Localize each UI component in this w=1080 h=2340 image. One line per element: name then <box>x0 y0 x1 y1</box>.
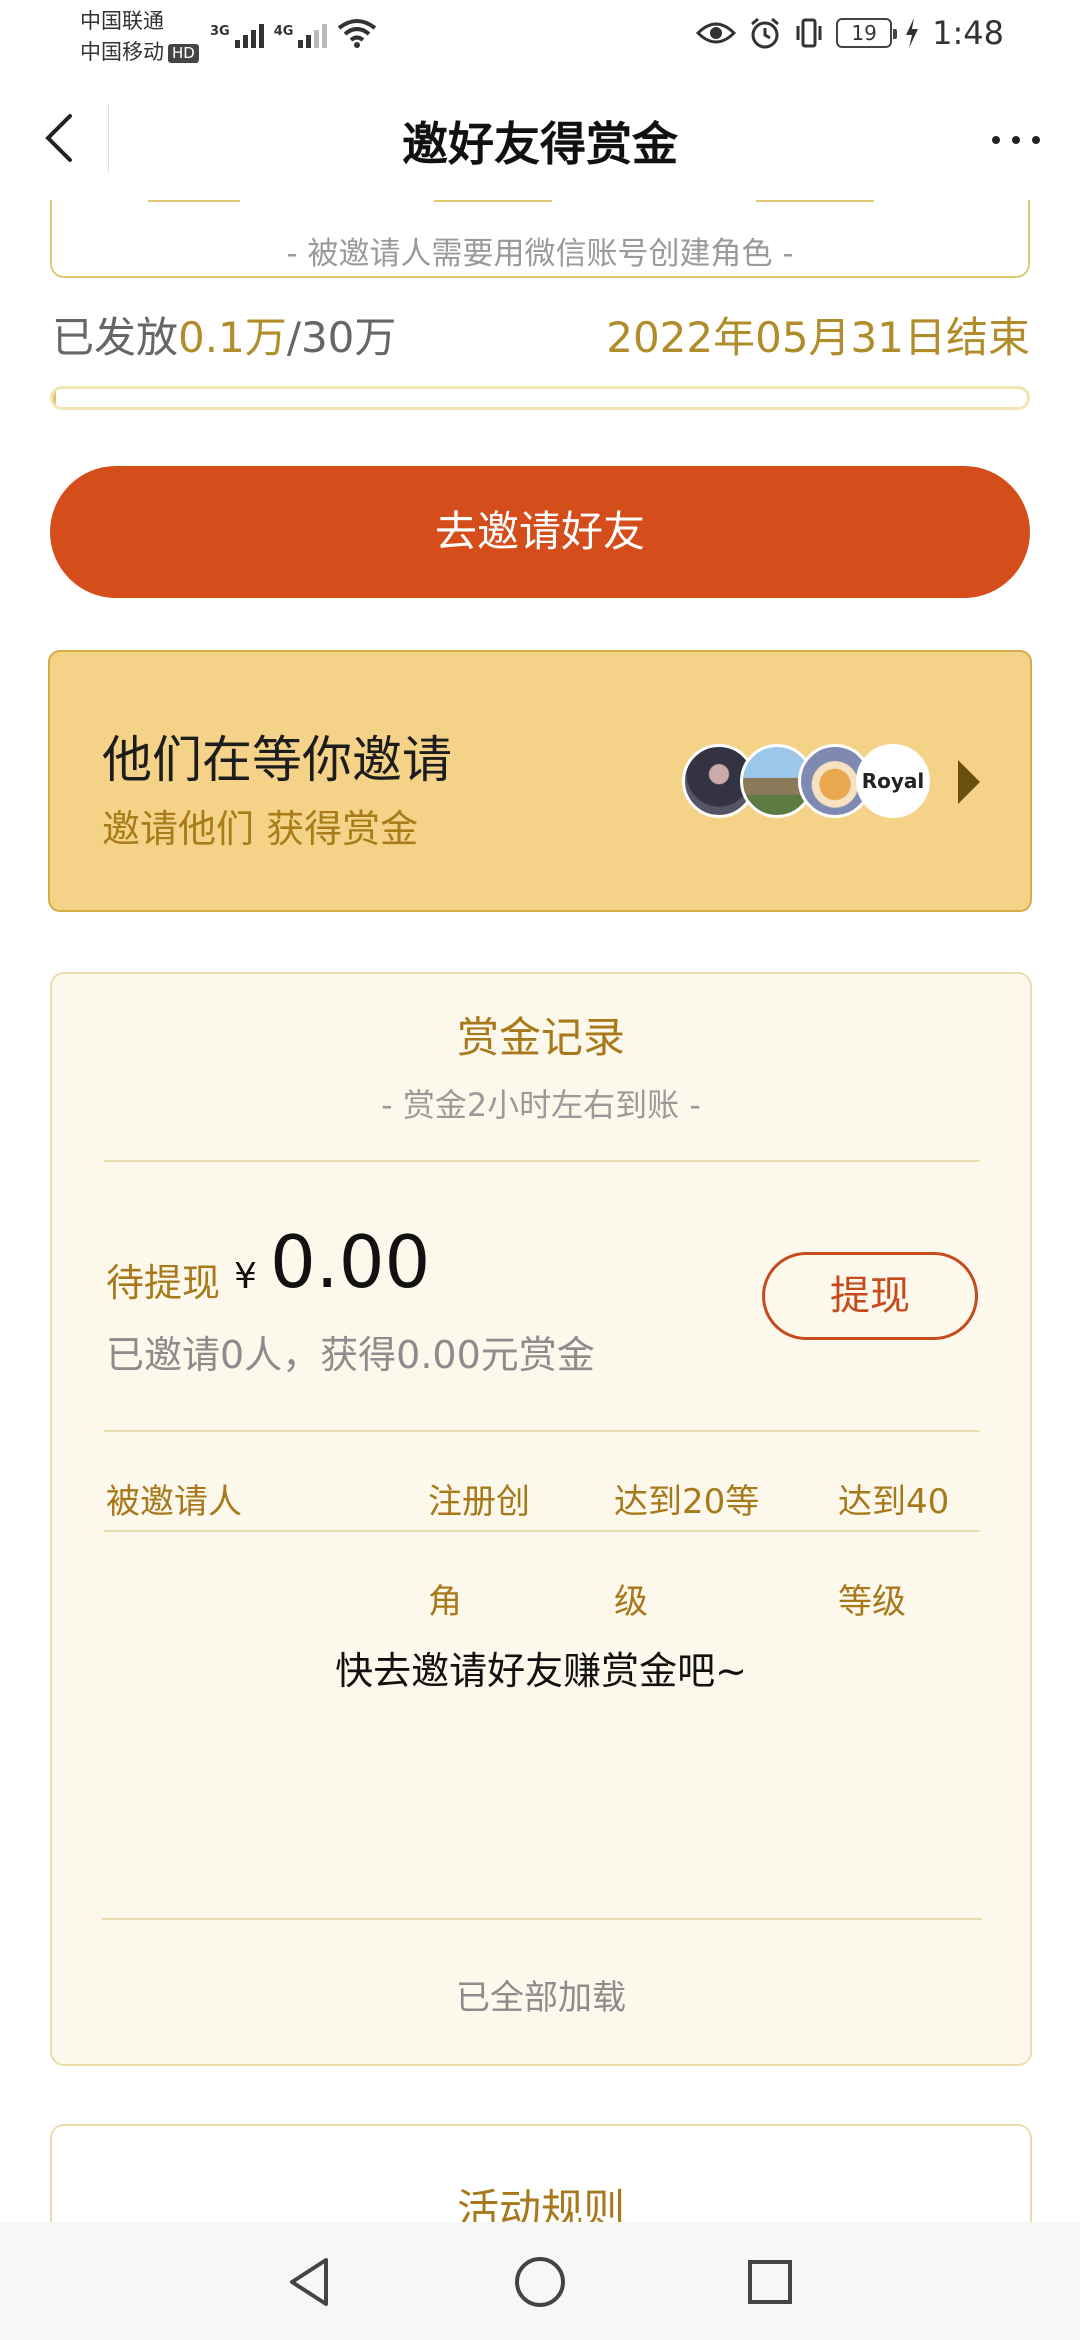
friend-avatars: Royal <box>682 744 930 818</box>
invite-friends-button[interactable]: 去邀请好友 <box>50 466 1030 598</box>
sig-bar <box>322 24 328 48</box>
carrier-1: 中国联通 <box>80 9 164 33</box>
progress-fill <box>53 389 57 407</box>
col-register-2: 角 <box>428 1582 462 1622</box>
waiting-subtitle: 邀请他们 获得赏金 <box>102 807 419 851</box>
carrier-info: 中国联通 中国移动 HD <box>80 6 199 68</box>
arrow-right-icon <box>958 760 980 804</box>
currency-symbol: ¥ <box>234 1256 257 1297</box>
nav-back-icon[interactable] <box>280 2252 340 2312</box>
records-title: 赏金记录 <box>456 1013 625 1062</box>
bounty-records-card: 赏金记录 - 赏金2小时左右到账 - 待提现 ¥ 0.00 已邀请0人，获得0.… <box>50 972 1032 2066</box>
divider <box>104 1160 980 1162</box>
vibrate-icon <box>796 18 822 48</box>
sig-bar <box>306 35 312 48</box>
issued-value: 0.1万 <box>178 313 287 362</box>
issued-amount: 已发放0.1万/30万 <box>52 304 396 365</box>
invitee-requirement-note: - 被邀请人需要用微信账号创建角色 - <box>286 236 794 272</box>
net-2-label: 4G <box>273 24 294 39</box>
campaign-end-date: 2022年05月31日结束 <box>606 313 1030 362</box>
col-invitee: 被邀请人 <box>106 1482 242 1522</box>
dot-icon <box>1032 136 1040 144</box>
system-nav-bar <box>0 2222 1080 2340</box>
net-1-label: 3G <box>210 24 230 39</box>
tier-line <box>148 200 240 202</box>
eye-icon <box>696 22 737 44</box>
issued-prefix: 已发放 <box>52 313 179 362</box>
sig-bar <box>314 30 320 48</box>
carrier-2-row: 中国移动 HD <box>80 37 199 68</box>
status-right: 19 1:48 <box>696 14 1004 52</box>
campaign-progress-row: 已发放0.1万/30万 2022年05月31日结束 <box>52 304 1030 368</box>
dot-icon <box>992 136 1000 144</box>
sig-bar <box>250 30 256 48</box>
waiting-title: 他们在等你邀请 <box>102 731 452 789</box>
withdraw-button[interactable]: 提现 <box>762 1252 978 1340</box>
col-level40-1: 达到40 <box>838 1482 950 1522</box>
tier-line <box>756 200 874 202</box>
signal-4g-icon: 4G <box>274 24 328 48</box>
campaign-progress-bar <box>50 386 1030 410</box>
avatar-logo-text: Royal <box>861 769 925 793</box>
hd-badge: HD <box>168 43 199 63</box>
carrier-2: 中国移动 <box>80 40 164 64</box>
col-register-1: 注册创 <box>428 1482 530 1522</box>
clock: 1:48 <box>932 14 1004 52</box>
col-level20-2: 级 <box>614 1582 648 1622</box>
nav-bar: 邀好友得赏金 <box>0 78 1080 200</box>
sig-bar <box>298 40 304 48</box>
status-bar: 中国联通 中国移动 HD 3G 4G 19 1:48 <box>0 0 1080 78</box>
charging-icon <box>906 18 919 48</box>
pending-withdraw-label: 待提现 <box>106 1261 221 1305</box>
sig-bar <box>242 35 248 48</box>
divider <box>104 1530 980 1532</box>
issued-total: /30万 <box>286 313 397 362</box>
more-options-button[interactable] <box>986 110 1046 170</box>
invite-summary: 已邀请0人，获得0.00元赏金 <box>106 1333 595 1377</box>
divider <box>104 1430 980 1432</box>
col-level40-2: 等级 <box>838 1582 906 1622</box>
wifi-icon <box>338 19 377 48</box>
empty-state-message: 快去邀请好友赚赏金吧~ <box>335 1649 747 1693</box>
page-title: 邀好友得赏金 <box>402 117 678 171</box>
col-level20-1: 达到20等 <box>614 1482 760 1522</box>
sig-bar <box>234 40 240 48</box>
dot-icon <box>1012 136 1020 144</box>
tier-line <box>434 200 552 202</box>
loaded-all-text: 已全部加载 <box>456 1978 626 2018</box>
nav-recents-icon[interactable] <box>740 2252 800 2312</box>
signal-indicators: 3G 4G <box>210 18 377 48</box>
battery-icon: 19 <box>836 18 898 48</box>
nav-home-icon[interactable] <box>510 2252 570 2312</box>
signal-3g-icon: 3G <box>210 24 264 48</box>
avatar: Royal <box>856 744 930 818</box>
sig-bar <box>258 24 264 48</box>
divider <box>102 1918 982 1920</box>
waiting-invite-card[interactable]: 他们在等你邀请 邀请他们 获得赏金 Royal <box>48 650 1032 912</box>
alarm-icon <box>751 17 780 49</box>
pending-amount: 0.00 <box>270 1220 431 1304</box>
records-note: - 赏金2小时左右到账 - <box>381 1086 701 1124</box>
